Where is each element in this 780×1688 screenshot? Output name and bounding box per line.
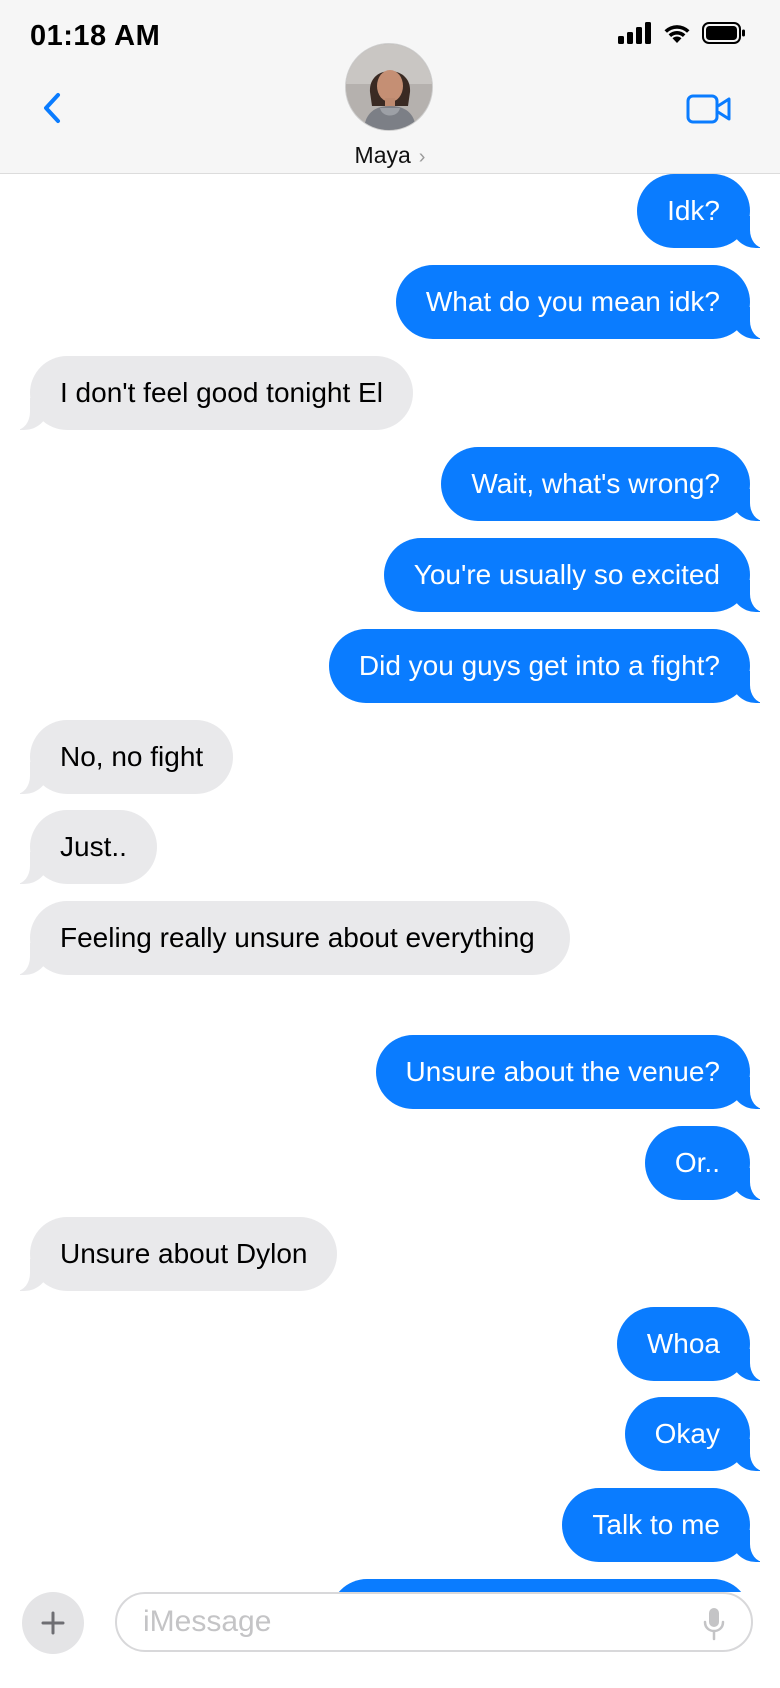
message-text: Wait, what's wrong? (471, 468, 720, 499)
microphone-icon[interactable] (703, 1607, 725, 1641)
back-button[interactable] (38, 88, 68, 128)
outgoing-message[interactable]: Did you guys get into a fight? (328, 629, 775, 703)
message-text: Feeling really unsure about everything (60, 922, 535, 953)
status-time: 01:18 AM (30, 20, 161, 52)
message-text: I don't feel good tonight El (60, 377, 383, 408)
outgoing-message[interactable]: Wait, what's wrong? (441, 447, 774, 521)
message-composer: iMessage (0, 1592, 780, 1688)
message-text: Whoa (646, 1328, 720, 1359)
cellular-signal-icon (618, 22, 651, 44)
incoming-message[interactable]: Feeling really unsure about everything (6, 901, 570, 975)
message-text: What do you mean idk? (425, 286, 720, 317)
message-text: Unsure about the venue? (405, 1056, 720, 1087)
outgoing-message[interactable]: Idk? (637, 174, 774, 248)
message-text: Did you guys get into a fight? (358, 650, 720, 681)
message-text: No, no fight (60, 741, 204, 772)
apps-button[interactable] (22, 1592, 84, 1654)
outgoing-message[interactable]: Whoa (616, 1307, 775, 1381)
outgoing-message[interactable]: You're usually so excited (383, 538, 775, 612)
status-icons (618, 22, 746, 44)
conversation-header: 01:18 AM Maya › (0, 0, 780, 174)
incoming-message[interactable]: Just.. (6, 810, 157, 884)
contact-name-button[interactable]: Maya › (0, 142, 780, 169)
message-input[interactable]: iMessage (115, 1592, 753, 1652)
battery-icon (702, 22, 745, 44)
contact-name: Maya (354, 142, 411, 168)
message-text: You're usually so excited (413, 559, 720, 590)
message-text: Idk? (667, 195, 720, 226)
message-thread[interactable]: Idk? What do you mean idk? I don't feel … (0, 174, 780, 1592)
message-text: Okay (654, 1418, 720, 1449)
outgoing-message[interactable]: Talk to me (562, 1488, 774, 1562)
outgoing-message-partial[interactable] (330, 1579, 750, 1592)
chevron-right-icon: › (418, 146, 426, 168)
incoming-message[interactable]: No, no fight (5, 720, 234, 794)
plus-icon (41, 1611, 65, 1635)
avatar[interactable] (345, 43, 433, 131)
wifi-icon (664, 25, 690, 43)
message-text: Talk to me (592, 1509, 720, 1540)
message-text: Or.. (674, 1147, 720, 1178)
outgoing-message[interactable]: Or.. (644, 1126, 775, 1200)
outgoing-message[interactable]: What do you mean idk? (395, 265, 775, 339)
contact-photo (346, 44, 432, 130)
video-camera-icon[interactable] (686, 93, 732, 125)
message-text: Just.. (60, 831, 127, 862)
incoming-message[interactable]: I don't feel good tonight El (6, 356, 413, 430)
message-text: Unsure about Dylon (60, 1238, 308, 1269)
outgoing-message[interactable]: Unsure about the venue? (375, 1035, 775, 1109)
outgoing-message[interactable]: Okay (624, 1397, 775, 1471)
incoming-message[interactable]: Unsure about Dylon (5, 1217, 338, 1291)
message-input-placeholder: iMessage (143, 1605, 272, 1638)
